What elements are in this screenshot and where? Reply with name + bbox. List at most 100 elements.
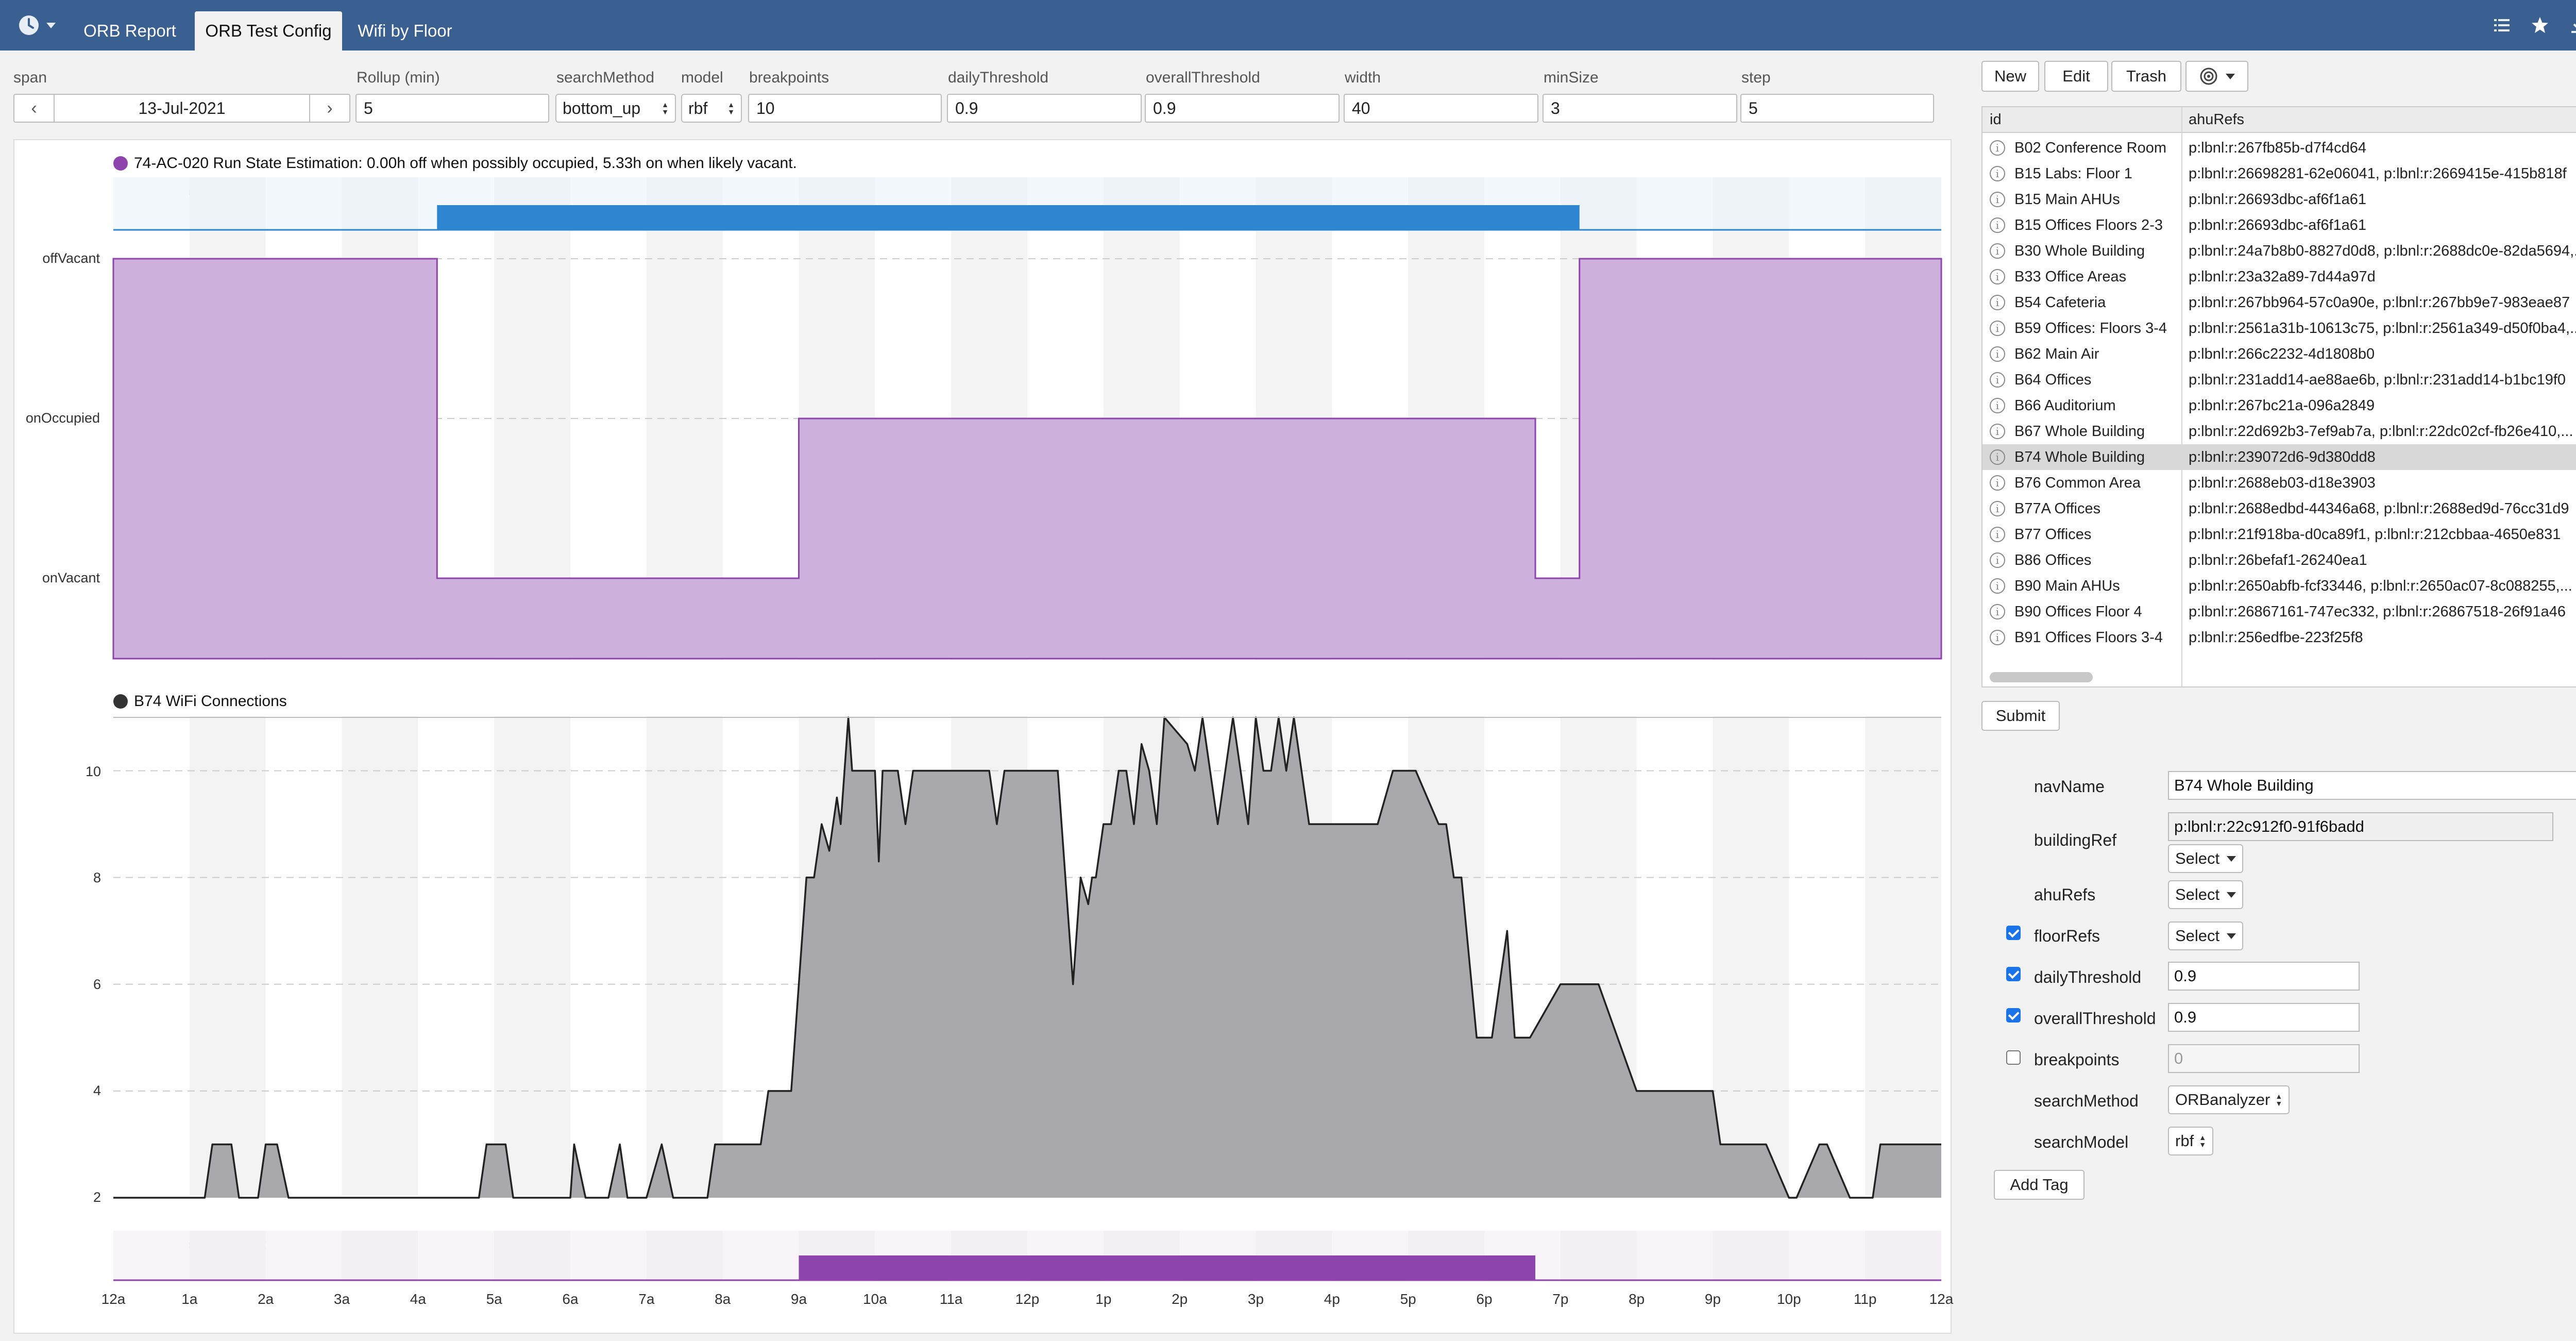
updown-icon: ▲ ▼ [727, 100, 735, 116]
table-row[interactable]: i B30 Whole Building p:lbnl:r:24a7b8b0-882… [1982, 238, 2576, 264]
info-icon[interactable]: i [1990, 630, 2005, 645]
horizontal-scrollbar[interactable] [1990, 672, 2093, 682]
state-label-onvacant: onVacant [42, 570, 100, 585]
state-label-offvacant: offVacant [42, 250, 100, 266]
table-row[interactable]: i B90 Main AHUs p:lbnl:r:2650abfb-fcf33446… [1982, 573, 2576, 599]
table-row[interactable]: i B66 Auditorium p:lbnl:r:267bc21a-096a284… [1982, 393, 2576, 418]
info-icon[interactable]: i [1990, 346, 2005, 362]
info-icon[interactable]: i [1990, 295, 2005, 310]
add-tag-button[interactable]: Add Tag [1994, 1170, 2084, 1200]
table-row[interactable]: i B15 Offices Floors 2-3 p:lbnl:r:26693dbc… [1982, 212, 2576, 238]
table-row[interactable]: i B86 Offices p:lbnl:r:26befaf1-26240ea1 [1982, 547, 2576, 573]
info-icon[interactable]: i [1990, 501, 2005, 516]
table-row[interactable]: i B77 Offices p:lbnl:r:21f918ba-d0ca89f1, … [1982, 522, 2576, 547]
info-icon[interactable]: i [1990, 166, 2005, 181]
edit-button[interactable]: Edit [2044, 61, 2108, 92]
info-icon[interactable]: i [1990, 578, 2005, 594]
download-icon[interactable] [2568, 15, 2576, 36]
x-tick-label: 10p [1776, 1291, 1801, 1307]
table-row[interactable]: i B02 Conference Room p:lbnl:r:267fb85b-d7… [1982, 135, 2576, 161]
chevron-right-icon: › [327, 98, 333, 118]
breakpoints-checkbox[interactable] [2006, 1050, 2021, 1065]
breakpoints-form-input[interactable]: 0 [2168, 1044, 2360, 1073]
overall-threshold-checkbox[interactable] [2006, 1008, 2021, 1022]
info-icon[interactable]: i [1990, 140, 2005, 156]
table-row[interactable]: i B74 Whole Building p:lbnl:r:239072d6-9d3… [1982, 444, 2576, 470]
table-row[interactable]: i B91 Offices Floors 3-4 p:lbnl:r:256edfbe… [1982, 625, 2576, 650]
list-icon[interactable] [2492, 15, 2512, 36]
wifi-y-tick: 10 [85, 764, 101, 779]
ahurefs-select[interactable]: Select [2168, 880, 2244, 909]
search-method-form-label: searchMethod [2034, 1092, 2139, 1110]
table-row[interactable]: i B90 Offices Floor 4 p:lbnl:r:26867161-74… [1982, 599, 2576, 625]
daily-threshold-input[interactable]: 0.9 [947, 94, 1142, 123]
info-icon[interactable]: i [1990, 372, 2005, 388]
row-id: B15 Main AHUs [2014, 191, 2120, 208]
info-icon[interactable]: i [1990, 424, 2005, 439]
tab-orb-test-config[interactable]: ORB Test Config [195, 11, 342, 51]
buildingref-select[interactable]: Select [2168, 844, 2244, 873]
info-icon[interactable]: i [1990, 192, 2005, 207]
info-icon[interactable]: i [1990, 269, 2005, 284]
submit-button[interactable]: Submit [1981, 701, 2060, 731]
search-method-form-select[interactable]: ORBanalyzer ▲ ▼ [2168, 1085, 2290, 1114]
date-span-picker[interactable]: ‹ 13-Jul-2021 › [13, 94, 350, 123]
table-row[interactable]: i B15 Main AHUs p:lbnl:r:26693dbc-af6f1a61 [1982, 187, 2576, 212]
info-icon[interactable]: i [1990, 475, 2005, 491]
table-row[interactable]: i B59 Offices: Floors 3-4 p:lbnl:r:2561a31… [1982, 315, 2576, 341]
options-menu-button[interactable] [2185, 61, 2248, 92]
daily-threshold-form-input[interactable]: 0.9 [2168, 962, 2360, 991]
model-select[interactable]: rbf ▲ ▼ [681, 94, 742, 123]
min-size-input[interactable]: 3 [1543, 94, 1737, 123]
info-icon[interactable]: i [1990, 527, 2005, 542]
next-day-button[interactable]: › [309, 95, 349, 122]
tab-wifi-by-floor[interactable]: Wifi by Floor [350, 11, 460, 51]
info-icon[interactable]: i [1990, 398, 2005, 413]
select-label: Select [2175, 849, 2220, 867]
prev-day-button[interactable]: ‹ [14, 95, 55, 122]
x-tick-label: 9a [790, 1291, 807, 1307]
column-header-id[interactable]: id [1990, 111, 2002, 128]
tab-orb-report[interactable]: ORB Report [80, 11, 179, 51]
table-row[interactable]: i B62 Main Air p:lbnl:r:266c2232-4d1808b0 [1982, 341, 2576, 367]
navname-input[interactable]: B74 Whole Building [2168, 771, 2576, 800]
search-model-select[interactable]: rbf ▲ ▼ [2168, 1127, 2214, 1155]
rollup-input[interactable]: 5 [355, 94, 549, 123]
info-icon[interactable]: i [1990, 243, 2005, 259]
trash-button[interactable]: Trash [2111, 61, 2181, 92]
info-icon[interactable]: i [1990, 449, 2005, 465]
x-tick-label: 1p [1095, 1291, 1112, 1307]
floorrefs-select[interactable]: Select [2168, 921, 2244, 950]
new-button[interactable]: New [1981, 61, 2039, 92]
overall-threshold-form-input[interactable]: 0.9 [2168, 1003, 2360, 1032]
table-row[interactable]: i B54 Cafeteria p:lbnl:r:267bb964-57c0a90e… [1982, 290, 2576, 315]
table-row[interactable]: i B33 Office Areas p:lbnl:r:23a32a89-7d44a… [1982, 264, 2576, 290]
daily-threshold-checkbox[interactable] [2006, 967, 2021, 981]
info-icon[interactable]: i [1990, 604, 2005, 619]
buildingref-value[interactable]: p:lbnl:r:22c912f0-91f6badd [2168, 812, 2553, 841]
step-input[interactable]: 5 [1740, 94, 1934, 123]
star-icon[interactable] [2530, 15, 2550, 36]
info-icon[interactable]: i [1990, 217, 2005, 233]
column-header-ahurefs[interactable]: ahuRefs [2189, 111, 2244, 128]
date-value[interactable]: 13-Jul-2021 [55, 95, 309, 122]
row-id: B77 Offices [2014, 526, 2092, 543]
chevron-down-icon [2227, 933, 2236, 939]
x-tick-label: 3p [1247, 1291, 1264, 1307]
info-icon[interactable]: i [1990, 321, 2005, 336]
row-id: B33 Office Areas [2014, 268, 2127, 285]
table-row[interactable]: i B15 Labs: Floor 1 p:lbnl:r:26698281-62e0… [1982, 161, 2576, 187]
history-menu-button[interactable] [18, 14, 64, 37]
x-tick-label: 5a [486, 1291, 502, 1307]
table-row[interactable]: i B67 Whole Building p:lbnl:r:22d692b3-7ef… [1982, 418, 2576, 444]
table-row[interactable]: i B77A Offices p:lbnl:r:2688edbd-44346a68,… [1982, 496, 2576, 522]
select-label: Select [2175, 885, 2220, 903]
breakpoints-input[interactable]: 10 [748, 94, 942, 123]
info-icon[interactable]: i [1990, 552, 2005, 568]
overall-threshold-input[interactable]: 0.9 [1145, 94, 1340, 123]
table-row[interactable]: i B64 Offices p:lbnl:r:231add14-ae88ae6b, … [1982, 367, 2576, 393]
table-row[interactable]: i B76 Common Area p:lbnl:r:2688eb03-d18e39… [1982, 470, 2576, 496]
floorrefs-checkbox[interactable] [2006, 926, 2021, 940]
search-method-select[interactable]: bottom_up ▲ ▼ [555, 94, 676, 123]
width-input[interactable]: 40 [1344, 94, 1538, 123]
